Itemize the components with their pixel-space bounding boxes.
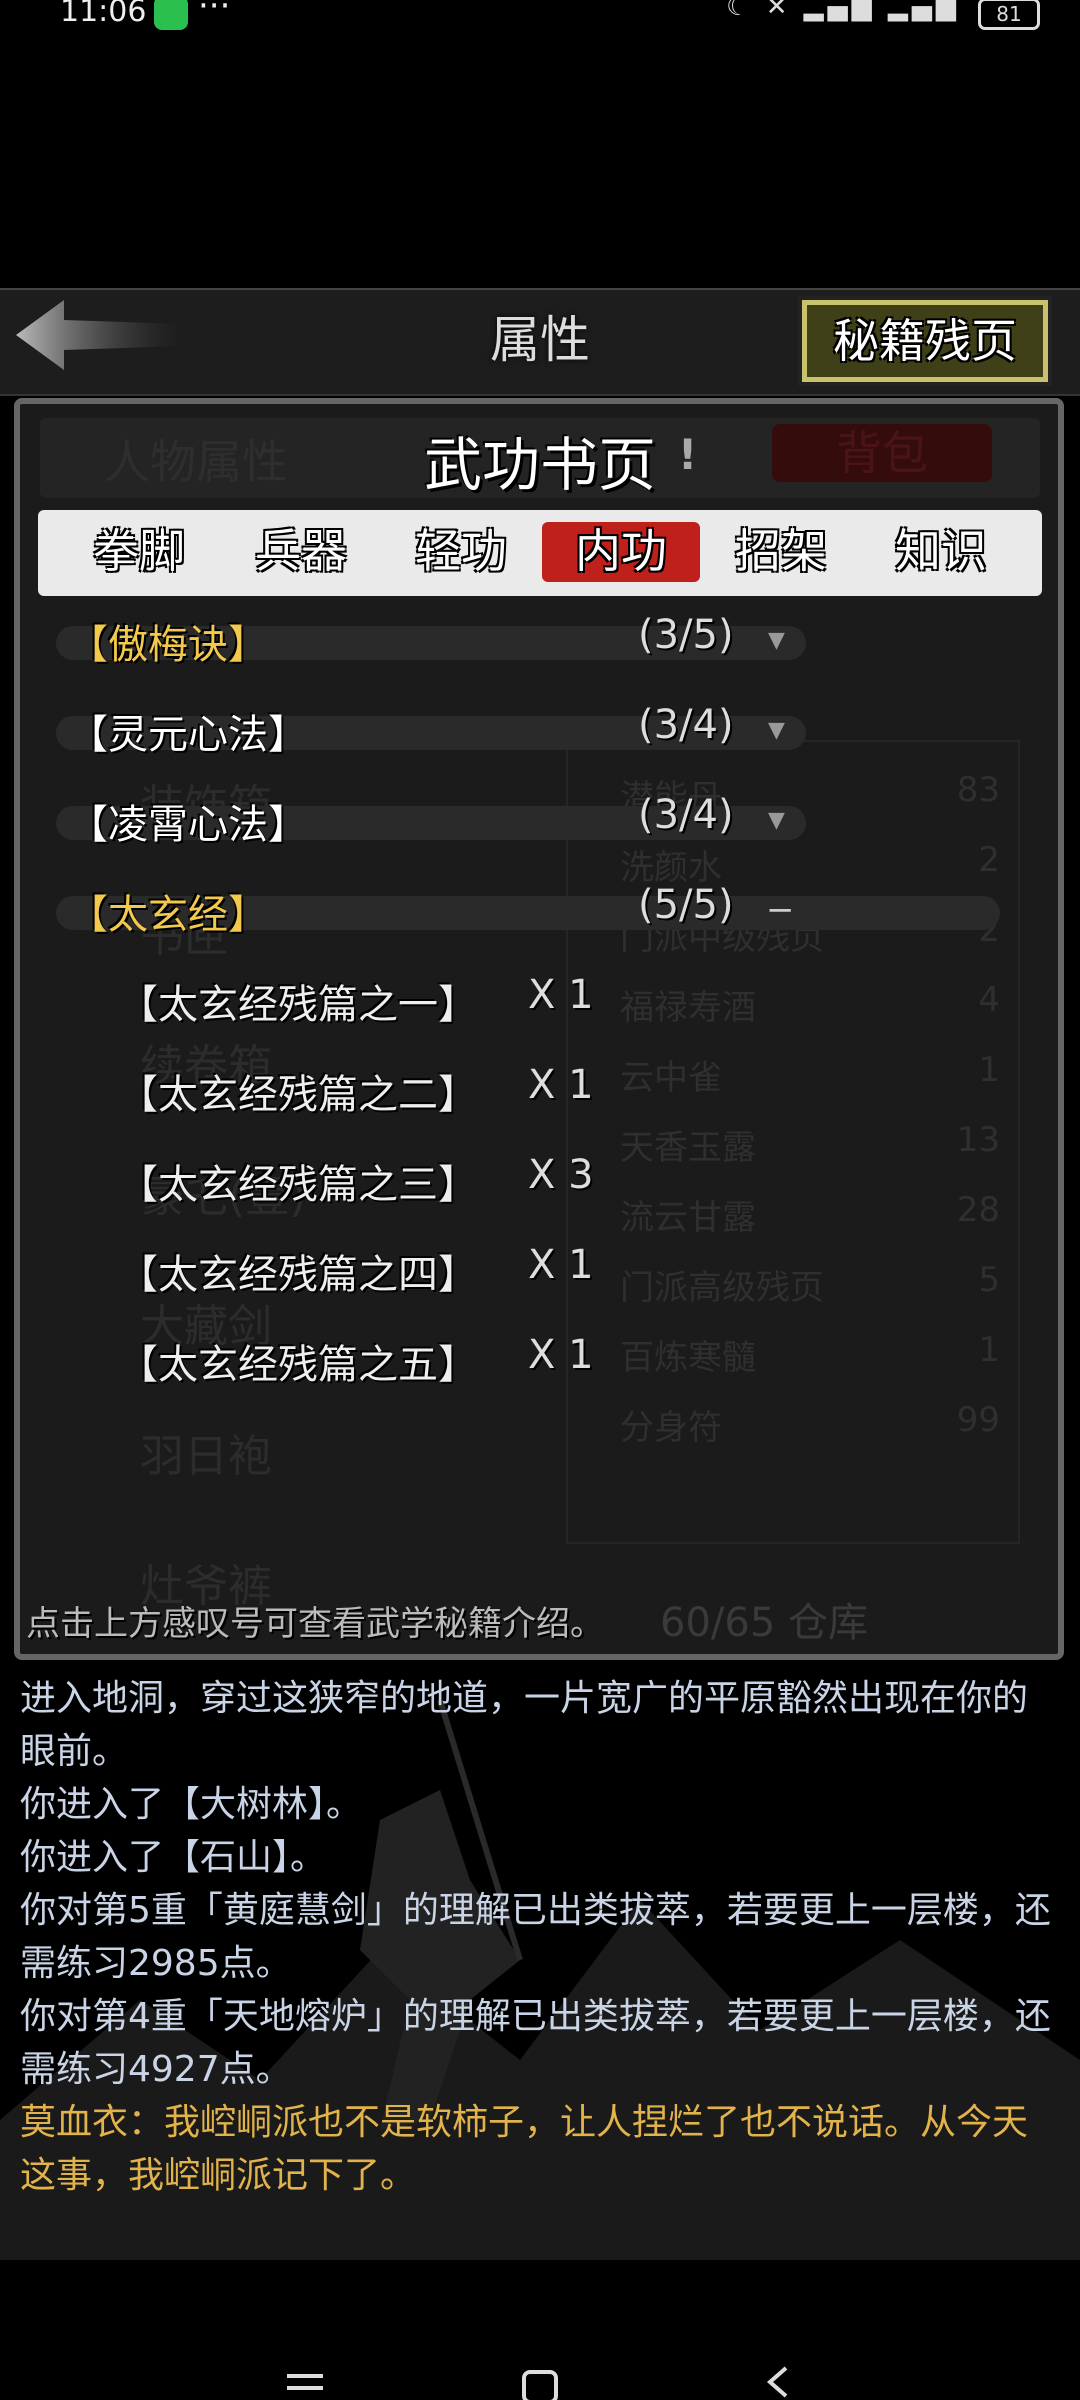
technique-count: (5/5): [638, 882, 734, 928]
background-item: 福禄寿酒 4: [620, 980, 1000, 1029]
wechat-icon: [154, 0, 188, 30]
back-icon[interactable]: [766, 2366, 788, 2398]
background-item-name: 福禄寿酒: [620, 988, 756, 1028]
log-line: 你对第5重「黄庭慧剑」的理解已出类拔萃，若要更上一层楼，还需练习2985点。: [20, 1890, 1051, 1984]
fragment-item: 【太玄经残篇之一】: [118, 982, 478, 1028]
fragment-item: 【太玄经残篇之五】: [118, 1342, 478, 1388]
background-item-count: 5: [978, 1260, 1000, 1300]
background-capacity: 60/65 仓库: [660, 1600, 868, 1646]
technique-count: (3/4): [638, 702, 734, 748]
tab-parry[interactable]: 招架: [702, 522, 860, 582]
fragment-qty: X 1: [528, 1062, 594, 1108]
technique-count: (3/4): [638, 792, 734, 838]
log-line: 你进入了【石山】。: [20, 1837, 327, 1878]
background-item-name: 分身符: [620, 1408, 722, 1448]
background-item-count: 1: [978, 1050, 1000, 1090]
background-item-count: 83: [956, 770, 1000, 810]
technique-name: 【灵元心法】: [68, 712, 308, 758]
background-equipment-item: 羽日袍: [140, 1431, 272, 1482]
background-item-name: 门派高级残页: [620, 1268, 824, 1308]
background-item-count: 99: [956, 1400, 1000, 1440]
background-item-name: 百炼寒髓: [620, 1338, 756, 1378]
technique-count: (3/5): [638, 612, 734, 658]
fragment-qty: X 3: [528, 1152, 594, 1198]
battery-icon: 81: [978, 0, 1040, 30]
technique-name: 【太玄经】: [68, 892, 268, 938]
tab-knowledge[interactable]: 知识: [862, 522, 1020, 582]
collapse-icon[interactable]: −: [766, 890, 795, 930]
menu-icon[interactable]: [287, 2374, 323, 2390]
popup-title: 武功书页: [423, 431, 656, 499]
expand-arrow-icon[interactable]: ▼: [768, 628, 785, 653]
home-icon[interactable]: [522, 2370, 558, 2400]
background-item-name: 天香玉露: [620, 1128, 756, 1168]
expand-arrow-icon[interactable]: ▼: [768, 718, 785, 743]
fragment-item: 【太玄经残篇之二】: [118, 1072, 478, 1118]
fragment-qty: X 1: [528, 1242, 594, 1288]
message-log: 进入地洞，穿过这狭窄的地道，一片宽广的平原豁然出现在你的眼前。你进入了【大树林】…: [20, 1672, 1060, 2202]
background-item: 天香玉露 13: [620, 1120, 1000, 1169]
background-item-name: 云中雀: [620, 1058, 722, 1098]
background-item: 门派高级残页 5: [620, 1260, 1000, 1309]
background-item-count: 28: [956, 1190, 1000, 1230]
background-item-name: 流云甘露: [620, 1198, 756, 1238]
background-item: 流云甘露 28: [620, 1190, 1000, 1239]
fragment-pages-button[interactable]: 秘籍残页: [798, 296, 1052, 386]
status-bar: 11:06 ··· ☾ ✕ ▂▄▆ ▂▄▆ 81: [0, 0, 1080, 40]
expand-arrow-icon[interactable]: ▼: [768, 808, 785, 833]
background-item: 云中雀 1: [620, 1050, 1000, 1099]
tab-fist[interactable]: 拳脚: [60, 522, 218, 582]
fragment-item: 【太玄经残篇之三】: [118, 1162, 478, 1208]
signal-icons: ☾ ✕ ▂▄▆ ▂▄▆: [726, 0, 960, 22]
background-item-count: 2: [978, 840, 1000, 880]
tab-internal[interactable]: 内功: [542, 522, 700, 582]
fragment-item: 【太玄经残篇之四】: [118, 1252, 478, 1298]
background-item-count: 1: [978, 1330, 1000, 1370]
status-time: 11:06: [60, 0, 147, 29]
more-notifications-icon: ···: [198, 0, 231, 26]
technique-name: 【凌霄心法】: [68, 802, 308, 848]
technique-name: 【傲梅诀】: [68, 622, 268, 668]
fragment-qty: X 1: [528, 972, 594, 1018]
tab-weapon[interactable]: 兵器: [222, 522, 380, 582]
log-line: 莫血衣：我崆峒派也不是软柿子，让人捏烂了也不说话。从今天这事，我崆峒派记下了。: [20, 2102, 1029, 2196]
background-item: 分身符 99: [620, 1400, 1000, 1449]
background-item-count: 4: [978, 980, 1000, 1020]
log-line: 你对第4重「天地熔炉」的理解已出类拔萃，若要更上一层楼，还需练习4927点。: [20, 1996, 1051, 2090]
navigation-bar: [287, 2366, 788, 2400]
info-exclamation-button[interactable]: !: [678, 430, 697, 479]
background-item: 百炼寒髓 1: [620, 1330, 1000, 1379]
hint-text: 点击上方感叹号可查看武学秘籍介绍。: [26, 1604, 604, 1644]
tab-lightness[interactable]: 轻功: [382, 522, 540, 582]
log-line: 进入地洞，穿过这狭窄的地道，一片宽广的平原豁然出现在你的眼前。: [20, 1678, 1029, 1772]
background-item-count: 13: [956, 1120, 1000, 1160]
fragment-qty: X 1: [528, 1332, 594, 1378]
log-line: 你进入了【大树林】。: [20, 1784, 363, 1825]
